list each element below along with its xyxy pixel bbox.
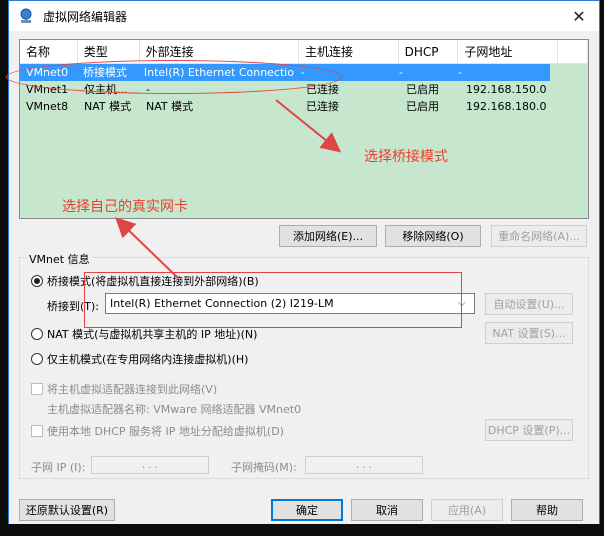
annotation-arrows: [115, 99, 342, 279]
terminal-bottom-edge: [0, 524, 604, 536]
annotation-select-nic: 选择自己的真实网卡: [62, 199, 188, 215]
annotation-select-bridge: 选择桥接模式: [364, 149, 448, 165]
arrow-to-nic-text: [115, 217, 179, 279]
arrow-to-bridge-text: [275, 99, 342, 153]
